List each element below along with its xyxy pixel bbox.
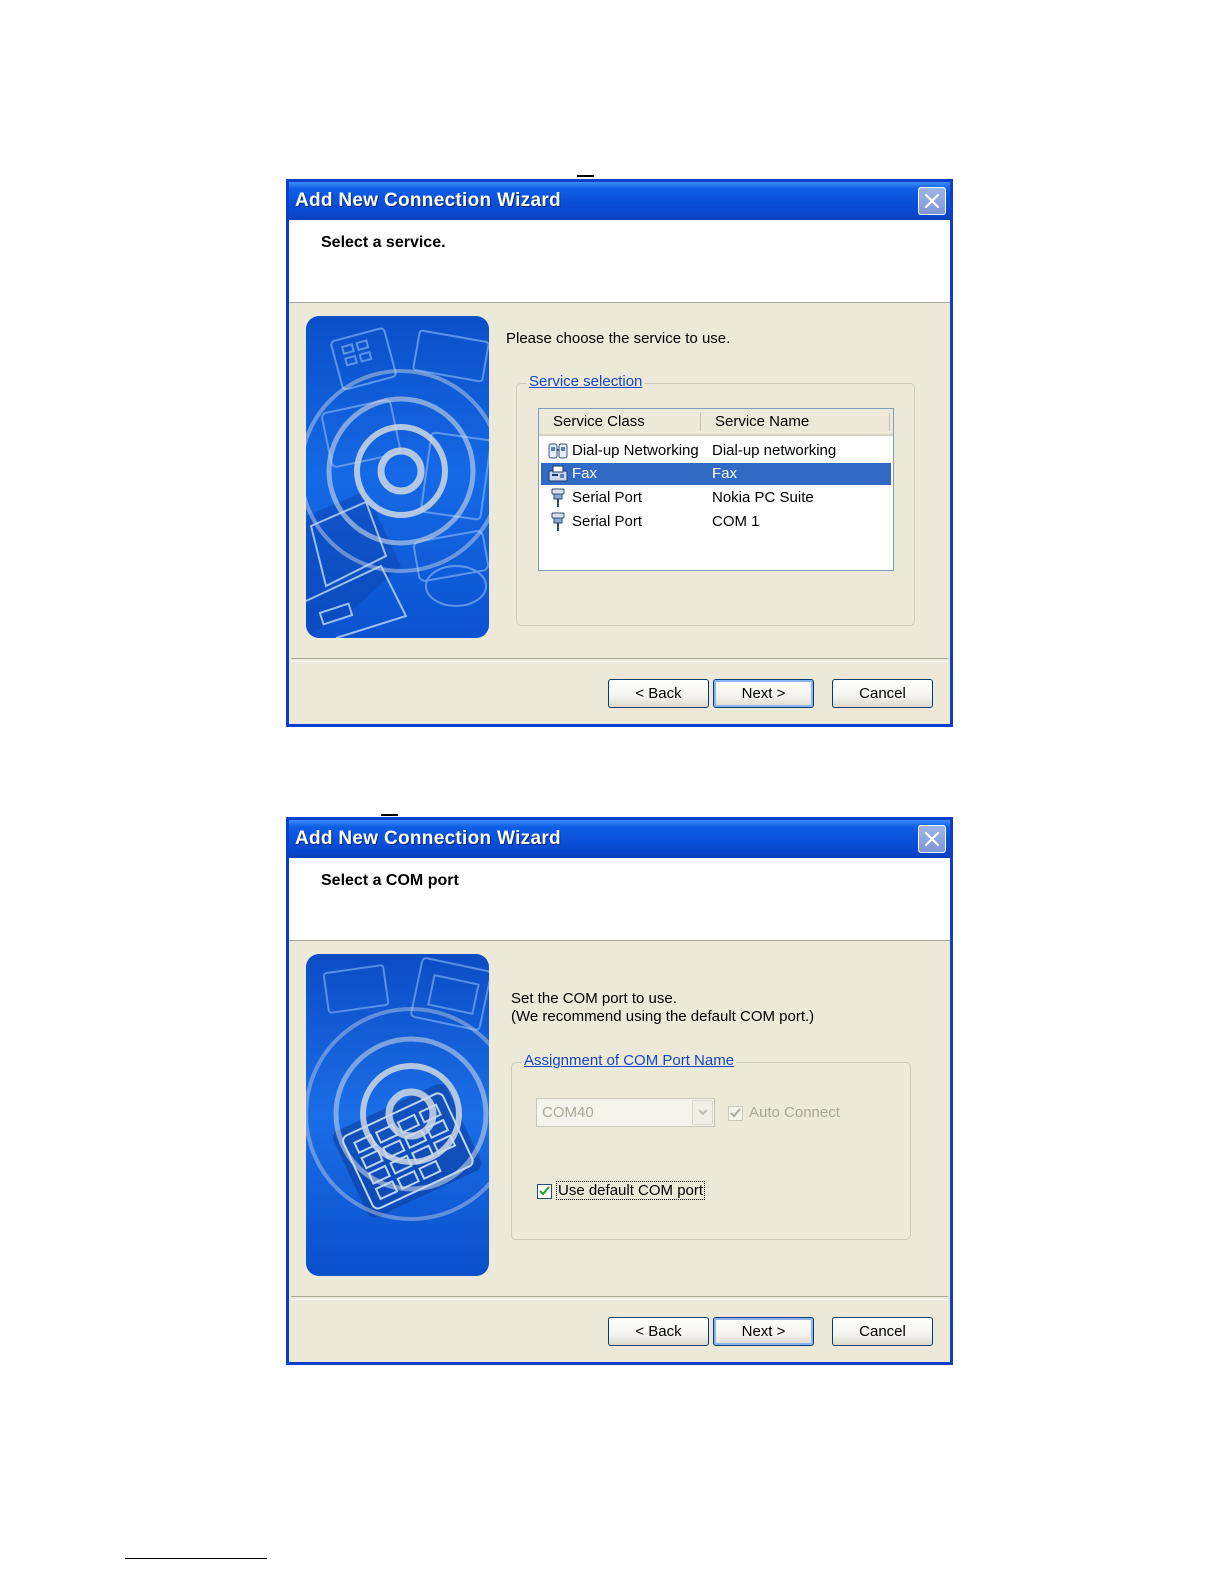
- cancel-button[interactable]: Cancel: [832, 1317, 933, 1346]
- header-title: Select a COM port: [321, 872, 459, 889]
- serial-port-icon: [551, 512, 565, 531]
- use-default-com-port-checkbox[interactable]: [537, 1184, 552, 1199]
- service-class: Serial Port: [572, 513, 643, 530]
- service-name: Dial-up networking: [712, 442, 837, 459]
- service-description: Please choose the service to use.: [506, 330, 731, 347]
- dropdown-button[interactable]: [692, 1100, 713, 1125]
- service-name: Fax: [712, 465, 738, 482]
- title-bar[interactable]: Add New Connection Wizard: [289, 182, 950, 220]
- separator: [291, 658, 948, 662]
- column-header-service-name[interactable]: Service Name: [715, 413, 809, 430]
- window-title: Add New Connection Wizard: [295, 190, 561, 211]
- com-port-assignment-group: Assignment of COM Port Name COM40 Auto C…: [511, 1052, 911, 1240]
- description-line: Set the COM port to use.: [511, 990, 677, 1007]
- checkmark-icon: [539, 1186, 550, 1196]
- dialup-phone-icon: [548, 443, 568, 459]
- back-button[interactable]: < Back: [608, 679, 709, 708]
- com-port-description: Set the COM port to use. (We recommend u…: [511, 990, 814, 1026]
- title-bar[interactable]: Add New Connection Wizard: [289, 820, 950, 858]
- serial-port-icon: [551, 488, 565, 507]
- service-selection-group: Service selection Service Class Service …: [516, 373, 915, 626]
- auto-connect-label[interactable]: Auto Connect: [749, 1104, 840, 1121]
- wizard-dialog-service: Add New Connection Wizard Select a servi…: [286, 179, 953, 727]
- close-button[interactable]: [918, 187, 946, 215]
- service-name: COM 1: [712, 513, 760, 530]
- back-button[interactable]: < Back: [608, 1317, 709, 1346]
- column-header-service-class[interactable]: Service Class: [553, 413, 645, 430]
- list-item[interactable]: Serial Port Nokia PC Suite: [541, 487, 891, 509]
- wizard-header: Select a COM port: [289, 858, 950, 941]
- service-list[interactable]: Service Class Service Name Dial-up Netwo…: [538, 408, 894, 571]
- service-class: Fax: [572, 465, 598, 482]
- com-port-assignment-label: Assignment of COM Port Name: [522, 1052, 737, 1069]
- header-title: Select a service.: [321, 234, 446, 251]
- window-title: Add New Connection Wizard: [295, 828, 561, 849]
- list-item[interactable]: Dial-up Networking Dial-up networking: [541, 440, 891, 462]
- service-class: Dial-up Networking: [572, 442, 699, 459]
- service-name: Nokia PC Suite: [712, 489, 814, 506]
- use-default-com-port-label[interactable]: Use default COM port: [555, 1181, 706, 1200]
- next-button[interactable]: Next >: [713, 679, 814, 708]
- checkmark-icon: [730, 1108, 741, 1118]
- service-selection-label: Service selection: [527, 373, 645, 390]
- separator: [291, 1296, 948, 1300]
- footnote-rule: [125, 1558, 267, 1559]
- list-item-selected[interactable]: Fax Fax: [541, 463, 891, 485]
- list-header: Service Class Service Name: [539, 409, 893, 436]
- com-port-value: COM40: [542, 1104, 594, 1121]
- cancel-button[interactable]: Cancel: [832, 679, 933, 708]
- service-class: Serial Port: [572, 489, 643, 506]
- close-icon: [924, 831, 940, 847]
- description-line: (We recommend using the default COM port…: [511, 1008, 815, 1025]
- wizard-illustration: [306, 316, 489, 638]
- next-button[interactable]: Next >: [713, 1317, 814, 1346]
- com-port-select[interactable]: COM40: [536, 1098, 715, 1127]
- decorative-mark: [577, 175, 594, 177]
- chevron-down-icon: [698, 1109, 708, 1116]
- fax-icon: [548, 465, 568, 482]
- decorative-mark: [381, 814, 398, 816]
- wizard-header: Select a service.: [289, 220, 950, 303]
- auto-connect-checkbox[interactable]: [728, 1106, 743, 1121]
- wizard-illustration: [306, 954, 489, 1276]
- wizard-dialog-com-port: Add New Connection Wizard Select a COM p…: [286, 817, 953, 1365]
- list-item[interactable]: Serial Port COM 1: [541, 511, 891, 533]
- close-icon: [924, 193, 940, 209]
- close-button[interactable]: [918, 825, 946, 853]
